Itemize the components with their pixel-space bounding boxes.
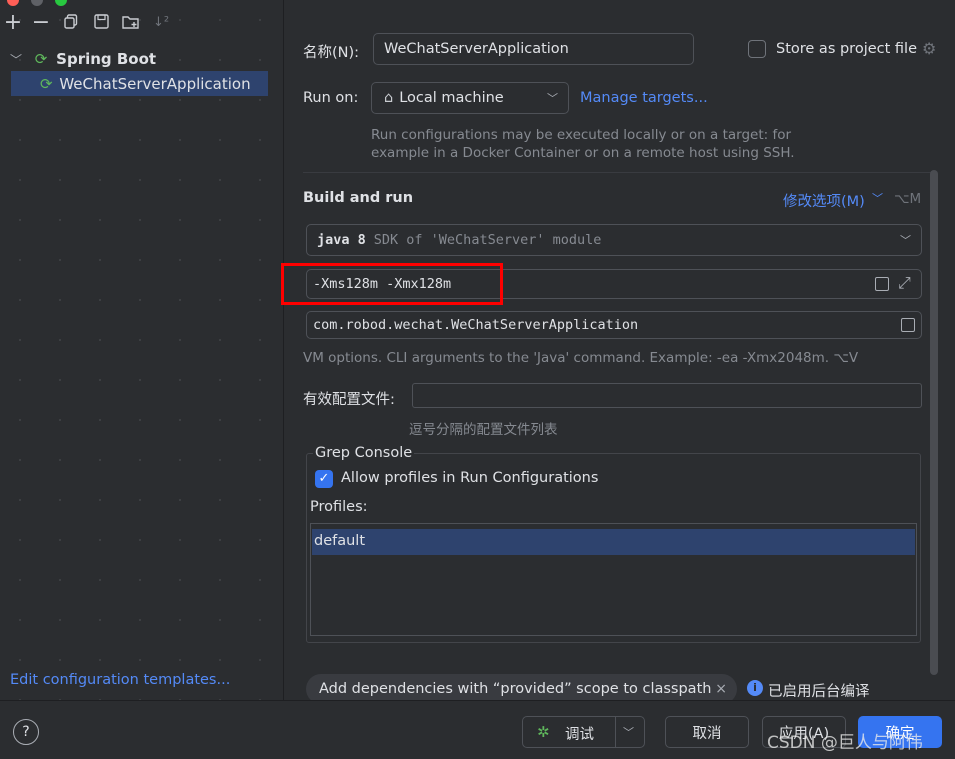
run-on-hint-1: Run configurations may be executed local… — [371, 127, 792, 143]
split-divider — [615, 717, 616, 747]
tree-item-wechat-server-application[interactable]: ⟳ WeChatServerApplication — [40, 72, 251, 96]
modify-options-link[interactable]: 修改选项(M) — [783, 190, 865, 211]
sort-icon[interactable]: ↓² — [150, 14, 172, 32]
allow-profiles-checkbox[interactable]: ✓ — [315, 470, 333, 488]
build-and-run-title: Build and run — [303, 190, 414, 206]
tree-item-label: WeChatServerApplication — [59, 75, 251, 93]
highlight-box — [281, 263, 503, 305]
jdk-detail: SDK of 'WeChatServer' module — [373, 232, 602, 248]
tree-group-spring-boot[interactable]: ﹀ ⟳ Spring Boot — [10, 47, 156, 71]
allow-profiles-label: Allow profiles in Run Configurations — [341, 470, 599, 486]
chevron-down-icon: ﹀ — [547, 92, 558, 105]
chevron-down-icon[interactable]: ﹀ — [623, 724, 634, 740]
vm-options-hint: VM options. CLI arguments to the 'Java' … — [303, 350, 859, 366]
jdk-version: java 8 — [317, 232, 366, 248]
profiles-label: Profiles: — [310, 499, 368, 515]
debug-button[interactable]: ✲ 调试 ﹀ — [522, 716, 645, 748]
spring-boot-icon: ⟳ — [34, 50, 48, 68]
add-icon[interactable]: + — [2, 12, 24, 34]
run-on-value: Local machine — [399, 90, 504, 106]
profiles-list[interactable]: default — [310, 523, 917, 636]
section-divider — [303, 172, 935, 173]
spring-boot-run-icon: ⟳ — [40, 75, 53, 93]
active-profiles-hint: 逗号分隔的配置文件列表 — [409, 422, 558, 438]
bug-icon: ✲ — [537, 723, 550, 741]
help-button[interactable]: ? — [13, 719, 39, 745]
jdk-select[interactable]: java 8 SDK of 'WeChatServer' module ﹀ — [306, 224, 922, 256]
debug-button-label: 调试 — [565, 727, 594, 743]
store-project-file-checkbox[interactable] — [748, 40, 766, 58]
gear-icon[interactable]: ⚙ — [922, 39, 936, 58]
close-window-icon[interactable] — [7, 0, 19, 6]
name-label: 名称(N): — [303, 45, 360, 61]
expand-icon[interactable]: ⤢ — [898, 273, 911, 293]
configuration-form: 名称(N): WeChatServerApplication Store as … — [281, 0, 955, 704]
new-folder-icon[interactable] — [120, 14, 142, 33]
main-class-input[interactable]: com.robod.wechat.WeChatServerApplication — [306, 311, 922, 339]
expand-text-icon[interactable] — [875, 277, 889, 291]
info-icon: i — [747, 680, 763, 696]
dependency-chip-label: Add dependencies with “provided” scope t… — [319, 681, 712, 697]
dialog-footer: ? ✲ 调试 ﹀ 取消 应用(A) 确定 CSDN @巨人与阿伟 — [0, 700, 955, 759]
modify-options-shortcut: ⌥M — [894, 191, 922, 207]
tree-group-label: Spring Boot — [56, 50, 157, 68]
manage-targets-link[interactable]: Manage targets... — [580, 90, 708, 106]
active-profiles-input[interactable] — [412, 383, 922, 408]
copy-icon[interactable] — [60, 14, 82, 33]
run-on-hint-2: example in a Docker Container or on a re… — [371, 145, 795, 161]
watermark: CSDN @巨人与阿伟 — [767, 733, 923, 753]
profile-item-label: default — [314, 533, 366, 549]
active-profiles-label: 有效配置文件: — [303, 392, 395, 408]
browse-class-icon[interactable] — [901, 318, 915, 332]
chevron-down-icon[interactable]: ﹀ — [872, 190, 883, 206]
minimize-window-icon[interactable] — [31, 0, 43, 6]
chevron-down-icon[interactable]: ﹀ — [10, 53, 22, 67]
cancel-button[interactable]: 取消 — [665, 716, 749, 748]
zoom-window-icon[interactable] — [55, 0, 67, 6]
run-on-label: Run on: — [303, 90, 359, 106]
background-compile-label: 已启用后台编译 — [768, 684, 870, 700]
main-class-value: com.robod.wechat.WeChatServerApplication — [313, 317, 639, 333]
grep-console-title: Grep Console — [313, 445, 415, 461]
chevron-down-icon: ﹀ — [900, 234, 911, 247]
configurations-sidebar: + − ↓² ﹀ ⟳ Spring Boot ⟳ WeChatServerApp… — [0, 0, 283, 759]
name-input[interactable]: WeChatServerApplication — [373, 33, 694, 65]
home-icon: ⌂ — [384, 90, 394, 106]
save-icon[interactable] — [90, 14, 112, 33]
remove-icon[interactable]: − — [30, 12, 52, 34]
scrollbar-thumb[interactable] — [930, 170, 938, 675]
list-item[interactable]: default — [312, 529, 915, 555]
store-project-file-label: Store as project file — [776, 41, 917, 57]
edit-templates-link[interactable]: Edit configuration templates... — [10, 672, 230, 688]
run-on-select[interactable]: ⌂ Local machine ﹀ — [371, 82, 569, 114]
close-icon[interactable]: × — [715, 681, 727, 697]
